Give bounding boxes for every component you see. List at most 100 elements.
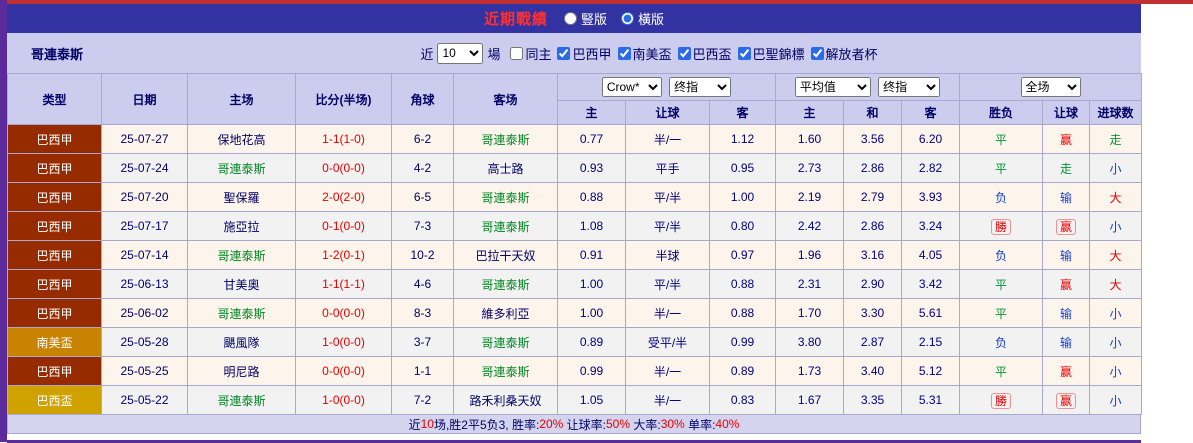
league-filter-checkbox[interactable]: 巴聖錦標 [738,44,805,63]
score: 0-0(0-0) [296,357,392,386]
result-cell: 平 [960,125,1043,154]
league-filter-checkbox[interactable]: 巴西甲 [557,44,611,63]
league-filter-checkbox[interactable]: 南美盃 [618,44,672,63]
euro-away-odds: 3.93 [902,183,960,212]
result-cell: 负 [960,328,1043,357]
euro-draw-odds: 3.16 [844,241,902,270]
away-team: 哥連泰斯 [454,125,558,154]
euro-company-select[interactable]: 平均值 [795,77,871,97]
results-title-bar: 近期戰績 豎版 橫版 [7,4,1141,33]
horizontal-radio-input[interactable] [621,12,634,25]
league-filter-checkbox-input[interactable] [738,47,751,60]
table-row: 巴西盃 25-05-22 哥連泰斯 1-0(0-0) 7-2 路禾利桑天奴 1.… [8,386,1142,415]
asian-home-odds: 0.91 [558,241,626,270]
league-filter-checkbox-input[interactable] [811,47,824,60]
asian-index-select[interactable]: 终指 [669,77,731,97]
goals-result-cell: 小 [1090,386,1142,415]
asian-away-odds: 0.89 [710,357,776,386]
asian-home-odds: 0.99 [558,357,626,386]
corners: 7-2 [392,386,454,415]
euro-away-odds: 3.24 [902,212,960,241]
league-filter-checkbox-label: 巴西甲 [572,44,611,63]
goals-result-cell: 走 [1090,125,1142,154]
score: 1-1(1-0) [296,125,392,154]
goals-result: 走 [1110,133,1122,147]
euro-draw-odds: 2.79 [844,183,902,212]
league-filter-group: 同主 巴西甲 南美盃 巴西盃 巴聖錦標 解放者杯 [504,44,877,63]
result-period-header: 全场 [960,74,1142,101]
goals-result: 小 [1110,365,1122,379]
euro-index-select[interactable]: 终指 [878,77,940,97]
match-date: 25-05-25 [102,357,188,386]
euro-away-odds: 6.20 [902,125,960,154]
col-header-handicap-result: 让球 [1043,101,1090,125]
result-cell: 平 [960,270,1043,299]
league-badge: 巴西盃 [8,386,102,415]
away-team: 哥連泰斯 [454,270,558,299]
goals-result: 小 [1110,162,1122,176]
handicap-result: 赢 [1060,278,1072,292]
league-filter-checkbox-input[interactable] [557,47,570,60]
asian-handicap-line: 半/一 [626,299,710,328]
league-badge: 巴西甲 [8,154,102,183]
table-row: 巴西甲 25-06-02 哥連泰斯 0-0(0-0) 8-3 維多利亞 1.00… [8,299,1142,328]
results-table: 类型 日期 主场 比分(半场) 角球 客场 Crow* 终指 平均值 [7,73,1142,415]
league-filter-checkbox-input[interactable] [510,47,523,60]
euro-draw-odds: 2.90 [844,270,902,299]
euro-draw-odds: 2.86 [844,154,902,183]
asian-handicap-line: 半/一 [626,386,710,415]
match-result: 平 [995,162,1007,176]
league-filter-checkbox-input[interactable] [678,47,691,60]
match-date: 25-07-24 [102,154,188,183]
away-team: 哥連泰斯 [454,183,558,212]
asian-home-odds: 1.00 [558,299,626,328]
goals-result: 小 [1110,220,1122,234]
goals-result-cell: 大 [1090,183,1142,212]
bookmaker-select[interactable]: Crow* [602,77,662,97]
score: 1-0(0-0) [296,328,392,357]
match-date: 25-06-13 [102,270,188,299]
euro-home-odds: 1.60 [776,125,844,154]
table-row: 巴西甲 25-06-13 甘美奧 1-1(1-1) 4-6 哥連泰斯 1.00 … [8,270,1142,299]
league-filter-checkbox[interactable]: 解放者杯 [811,44,878,63]
vertical-radio-input[interactable] [564,12,577,25]
asian-handicap-line: 平/半 [626,270,710,299]
corners: 6-2 [392,125,454,154]
result-cell: 勝 [960,386,1043,415]
euro-home-odds: 2.73 [776,154,844,183]
euro-home-odds: 3.80 [776,328,844,357]
euro-home-odds: 1.67 [776,386,844,415]
col-header-away: 客场 [454,74,558,125]
result-cell: 平 [960,357,1043,386]
goals-result-cell: 大 [1090,241,1142,270]
league-badge: 南美盃 [8,328,102,357]
layout-radio-horizontal[interactable]: 橫版 [621,9,664,28]
league-filter-checkbox[interactable]: 同主 [510,44,551,63]
away-team: 哥連泰斯 [454,357,558,386]
corners: 8-3 [392,299,454,328]
euro-away-odds: 2.82 [902,154,960,183]
asian-home-odds: 0.93 [558,154,626,183]
recent-count-select[interactable]: 10 [437,43,483,64]
match-date: 25-07-27 [102,125,188,154]
summary-bar: 近10场,胜2平5负3, 胜率:20% 让球率:50% 大率:30% 单率:40… [7,415,1141,434]
result-cell: 平 [960,299,1043,328]
euro-away-odds: 3.42 [902,270,960,299]
league-filter-checkbox[interactable]: 巴西盃 [678,44,732,63]
corners: 10-2 [392,241,454,270]
home-team: 颶風隊 [188,328,296,357]
goals-result: 小 [1110,336,1122,350]
goals-result-cell: 小 [1090,154,1142,183]
table-row: 巴西甲 25-07-27 保地花高 1-1(1-0) 6-2 哥連泰斯 0.77… [8,125,1142,154]
goals-result-cell: 小 [1090,299,1142,328]
league-filter-checkbox-label: 巴西盃 [693,44,732,63]
league-badge: 巴西甲 [8,125,102,154]
col-header-euro-draw: 和 [844,101,902,125]
matches-label: 場 [487,44,500,63]
league-filter-checkbox-input[interactable] [618,47,631,60]
layout-radio-vertical[interactable]: 豎版 [564,9,607,28]
home-team: 保地花高 [188,125,296,154]
summary-odd-rate: 40% [715,417,739,431]
period-select[interactable]: 全场 [1021,77,1081,97]
league-filter-checkbox-label: 解放者杯 [826,44,878,63]
